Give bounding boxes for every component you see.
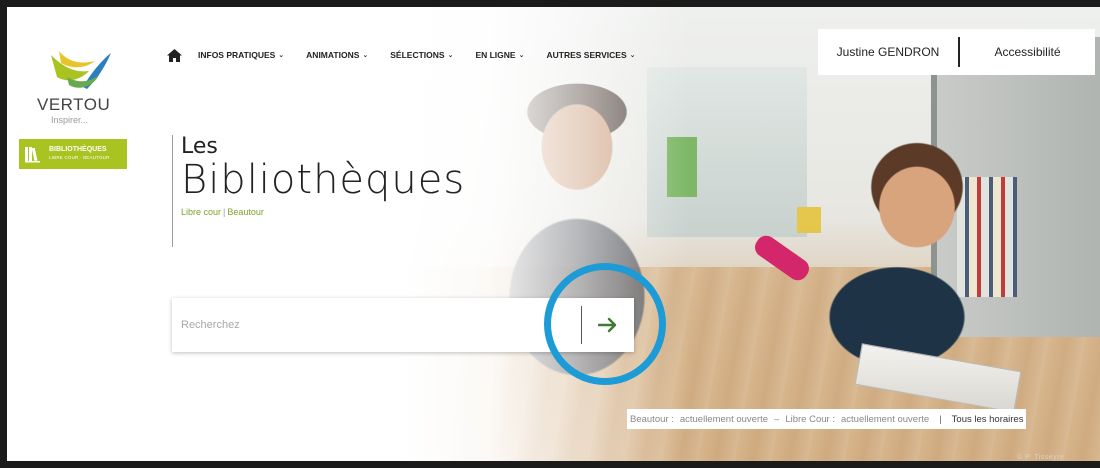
chevron-down-icon: ⌄ <box>518 52 525 59</box>
library-links: Libre cour | Beautour <box>181 207 465 217</box>
badge-title: BIBLIOTHÈQUES <box>49 146 107 153</box>
chevron-down-icon: ⌄ <box>447 52 454 59</box>
nav-item-label: SÉLECTIONS <box>390 50 445 60</box>
vertou-logo[interactable]: VERTOU Inspirer... <box>33 47 133 137</box>
search-input[interactable] <box>172 297 581 353</box>
opening-status-bar: Beautour : actuellement ouverte – Libre … <box>627 409 1027 429</box>
main-nav: INFOS PRATIQUES ⌄ ANIMATIONS ⌄ SÉLECTION… <box>167 45 657 65</box>
nav-item-label: AUTRES SERVICES <box>546 50 627 60</box>
hero-big-title: Bibliothèques <box>181 157 466 203</box>
nav-item-en-ligne[interactable]: EN LIGNE ⌄ <box>475 50 524 60</box>
badge-subtitle: LIBRE COUR · BEAUTOUR <box>49 155 110 160</box>
hero-small-title: Les <box>181 134 218 159</box>
nav-item-animations[interactable]: ANIMATIONS ⌄ <box>306 50 368 60</box>
chevron-down-icon: ⌄ <box>629 52 636 59</box>
libraries-badge-text: BIBLIOTHÈQUES LIBRE COUR · BEAUTOUR <box>49 146 110 162</box>
status-lib2-name: Libre Cour : <box>785 413 835 425</box>
chevron-down-icon: ⌄ <box>278 52 285 59</box>
libraries-badge[interactable]: BIBLIOTHÈQUES LIBRE COUR · BEAUTOUR <box>19 139 127 169</box>
logo-name: VERTOU <box>37 95 111 114</box>
top-right-bar: Justine GENDRON Accessibilité <box>818 29 1095 75</box>
page-frame: VERTOU Inspirer... BIBLIOTHÈQUES LIBRE C… <box>0 0 1100 468</box>
status-lib2-state: actuellement ouverte <box>840 413 930 425</box>
hero-title-block: Les Bibliothèques Libre cour | Beautour <box>172 135 465 247</box>
link-beautour[interactable]: Beautour <box>227 207 264 217</box>
home-icon[interactable] <box>167 48 182 62</box>
nav-item-selections[interactable]: SÉLECTIONS ⌄ <box>390 50 453 60</box>
status-separator: | <box>939 413 942 425</box>
books-icon <box>25 147 40 163</box>
link-libre-cour[interactable]: Libre cour <box>181 207 221 217</box>
nav-item-label: INFOS PRATIQUES <box>198 50 276 60</box>
highlight-circle <box>544 263 666 385</box>
link-separator: | <box>223 207 226 217</box>
nav-item-autres-services[interactable]: AUTRES SERVICES ⌄ <box>546 50 635 60</box>
chevron-down-icon: ⌄ <box>362 52 369 59</box>
logo-tagline: Inspirer... <box>51 115 89 125</box>
status-dash: – <box>774 413 780 425</box>
nav-item-infos-pratiques[interactable]: INFOS PRATIQUES ⌄ <box>198 50 284 60</box>
photo-credit: © P. Tisseyre <box>1017 454 1065 461</box>
hero-fade-overlay <box>7 7 1100 461</box>
all-hours-link[interactable]: Tous les horaires <box>952 414 1024 425</box>
nav-item-label: ANIMATIONS <box>306 50 360 60</box>
nav-item-label: EN LIGNE <box>475 50 516 60</box>
status-lib1-state: actuellement ouverte <box>679 413 769 425</box>
status-lib1-name: Beautour : <box>630 413 674 425</box>
accessibility-link[interactable]: Accessibilité <box>960 45 1095 59</box>
vertou-logo-mark-icon <box>51 51 111 89</box>
user-account-link[interactable]: Justine GENDRON <box>818 45 958 59</box>
